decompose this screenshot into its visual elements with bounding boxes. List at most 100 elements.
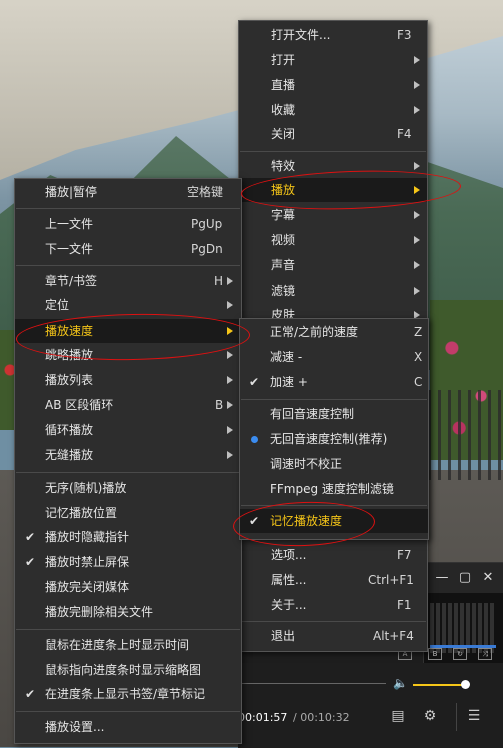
menu-item-next-file[interactable]: 下一文件 PgDn xyxy=(15,237,241,261)
volume-slider[interactable] xyxy=(413,684,468,686)
menu-item-play-pause[interactable]: 播放|暂停 空格键 xyxy=(15,180,241,204)
panel-shuffle-icon[interactable]: ⤨ xyxy=(478,648,492,660)
menu-item-live[interactable]: 直播 xyxy=(239,73,427,97)
menu-item-loop[interactable]: 循环播放 xyxy=(15,418,241,442)
menu-item-open[interactable]: 打开 xyxy=(239,48,427,72)
menu-item-hide-cursor[interactable]: ✔ 播放时隐藏指针 xyxy=(15,525,241,549)
menu-item-label: 关闭 xyxy=(271,127,296,141)
menu-item-label: 在进度条上显示书签/章节标记 xyxy=(45,687,206,701)
menu-item-about[interactable]: 关于... F1 xyxy=(239,593,427,617)
menu-item-close-after[interactable]: 播放完关闭媒体 xyxy=(15,575,241,599)
menu-item-play-settings[interactable]: 播放设置... xyxy=(15,715,241,739)
settings-gear-icon[interactable]: ⚙ xyxy=(420,706,440,726)
menu-item-shortcut: Alt+F4 xyxy=(373,629,414,643)
menu-item-label: 减速 - xyxy=(270,350,303,364)
menu-item-ffmpeg-speed[interactable]: FFmpeg 速度控制滤镜 xyxy=(240,477,428,501)
menu-item-label: 章节/书签 xyxy=(45,274,98,288)
menu-item-exit[interactable]: 退出 Alt+F4 xyxy=(239,624,427,648)
menu-separator xyxy=(16,711,240,712)
menu-item-label: 字幕 xyxy=(271,208,296,222)
playback-submenu: 播放|暂停 空格键 上一文件 PgUp 下一文件 PgDn 章节/书签 H 定位… xyxy=(14,178,242,744)
menu-item-show-bookmarks[interactable]: ✔ 在进度条上显示书签/章节标记 xyxy=(15,682,241,706)
playlist-icon[interactable]: ▤ xyxy=(388,706,408,726)
seek-bar[interactable] xyxy=(238,683,386,684)
menu-item-label: 播放设置... xyxy=(45,720,105,734)
checkmark-icon: ✔ xyxy=(25,530,36,544)
menu-item-echo-speed[interactable]: 有回音速度控制 xyxy=(240,402,428,426)
minimize-icon[interactable]: — xyxy=(433,569,451,587)
checkmark-icon: ✔ xyxy=(25,555,36,569)
chevron-right-icon xyxy=(414,186,420,194)
panel-repeat-icon[interactable]: ↻ xyxy=(453,648,467,660)
menu-item-close[interactable]: 关闭 F4 xyxy=(239,122,427,146)
menu-item-slow-down[interactable]: 减速 - X xyxy=(240,345,428,369)
menu-item-remember-position[interactable]: 记忆播放位置 xyxy=(15,501,241,525)
menu-item-open-file[interactable]: 打开文件... F3 xyxy=(239,23,427,47)
menu-item-shortcut: H xyxy=(214,274,224,288)
menu-item-label: 退出 xyxy=(271,629,296,643)
menu-item-playlist[interactable]: 播放列表 xyxy=(15,368,241,392)
menu-item-speed-up[interactable]: ✔ 加速 + C xyxy=(240,370,428,394)
menu-item-label: 有回音速度控制 xyxy=(270,407,355,421)
checkmark-icon: ✔ xyxy=(249,375,260,389)
menu-item-options[interactable]: 选项... F7 xyxy=(239,543,427,567)
close-icon[interactable]: ✕ xyxy=(479,569,497,587)
menu-item-properties[interactable]: 属性... Ctrl+F1 xyxy=(239,568,427,592)
menu-item-favorites[interactable]: 收藏 xyxy=(239,98,427,122)
menu-item-label: 定位 xyxy=(45,298,70,312)
time-total: / 00:10:32 xyxy=(293,711,350,724)
menu-item-shortcut: X xyxy=(414,350,423,364)
volume-fill xyxy=(413,684,465,686)
menu-item-label: 收藏 xyxy=(271,103,296,117)
menu-item-label: 声音 xyxy=(271,258,296,272)
menu-item-hover-thumbnail[interactable]: 鼠标指向进度条时显示缩略图 xyxy=(15,658,241,682)
menu-item-playback[interactable]: 播放 xyxy=(239,178,427,202)
menu-icon[interactable]: ☰ xyxy=(464,706,484,726)
menu-item-chapters[interactable]: 章节/书签 H xyxy=(15,269,241,293)
menu-item-label: 打开文件... xyxy=(271,28,331,42)
chevron-right-icon xyxy=(414,162,420,170)
menu-item-no-correction[interactable]: 调速时不校正 xyxy=(240,452,428,476)
menu-item-disable-screensaver[interactable]: ✔ 播放时禁止屏保 xyxy=(15,550,241,574)
menu-item-audio[interactable]: 声音 xyxy=(239,253,427,277)
menu-item-effects[interactable]: 特效 xyxy=(239,154,427,178)
menu-item-label: 打开 xyxy=(271,53,296,67)
menu-item-skip-play[interactable]: 跳略播放 xyxy=(15,343,241,367)
menu-item-shortcut: F7 xyxy=(397,548,412,562)
menu-item-label: 播放|暂停 xyxy=(45,185,98,199)
menu-item-subtitles[interactable]: 字幕 xyxy=(239,203,427,227)
menu-item-gapless[interactable]: 无缝播放 xyxy=(15,443,241,467)
chevron-right-icon xyxy=(227,277,233,285)
menu-item-no-echo-speed[interactable]: 无回音速度控制(推荐) xyxy=(240,427,428,451)
menu-item-label: 上一文件 xyxy=(45,217,94,231)
menu-item-seek[interactable]: 定位 xyxy=(15,293,241,317)
menu-item-ab-loop[interactable]: AB 区段循环 B xyxy=(15,393,241,417)
menu-item-shortcut: F3 xyxy=(397,28,412,42)
menu-separator xyxy=(16,265,240,266)
menu-item-label: 播放完关闭媒体 xyxy=(45,580,130,594)
panel-b-icon[interactable]: B xyxy=(428,648,442,660)
menu-item-label: 直播 xyxy=(271,78,296,92)
checkmark-icon: ✔ xyxy=(25,687,36,701)
menu-item-filters[interactable]: 滤镜 xyxy=(239,279,427,303)
menu-separator xyxy=(240,151,426,152)
menu-item-label: 记忆播放速度 xyxy=(270,514,343,528)
menu-item-label: 播放 xyxy=(271,183,296,197)
menu-item-shuffle[interactable]: 无序(随机)播放 xyxy=(15,476,241,500)
volume-icon[interactable]: 🔈 xyxy=(393,676,408,690)
chevron-right-icon xyxy=(414,236,420,244)
menu-item-label: 特效 xyxy=(271,159,296,173)
menu-item-playback-speed[interactable]: 播放速度 xyxy=(15,319,241,343)
menu-item-normal-speed[interactable]: 正常/之前的速度 Z xyxy=(240,320,428,344)
menu-item-prev-file[interactable]: 上一文件 PgUp xyxy=(15,212,241,236)
menu-item-delete-after[interactable]: 播放完删除相关文件 xyxy=(15,600,241,624)
menu-item-hover-time[interactable]: 鼠标在进度条上时显示时间 xyxy=(15,633,241,657)
menu-item-label: 播放时隐藏指针 xyxy=(45,530,130,544)
menu-item-video[interactable]: 视频 xyxy=(239,228,427,252)
menu-item-label: 关于... xyxy=(271,598,307,612)
volume-knob[interactable] xyxy=(461,680,470,689)
menu-item-shortcut: F4 xyxy=(397,127,412,141)
maximize-icon[interactable]: ▢ xyxy=(456,569,474,587)
chevron-right-icon xyxy=(227,376,233,384)
menu-item-remember-speed[interactable]: ✔ 记忆播放速度 xyxy=(240,509,428,533)
